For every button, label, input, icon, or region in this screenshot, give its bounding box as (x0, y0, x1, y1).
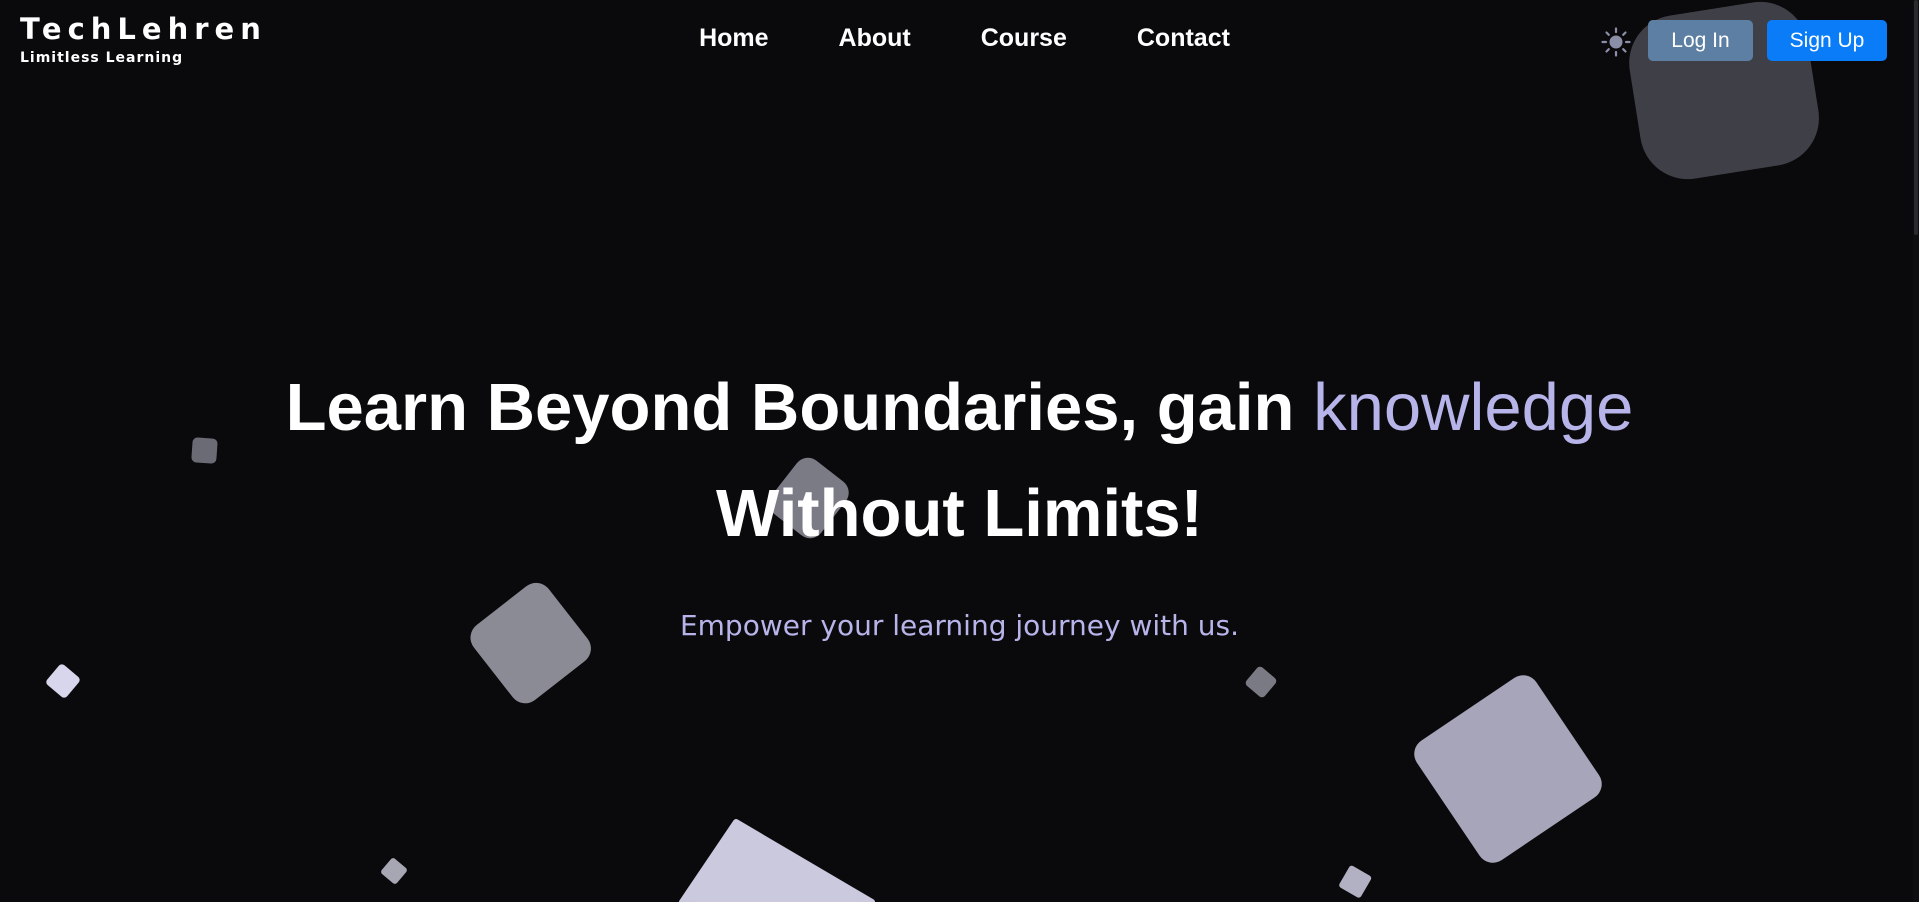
nav-link-about[interactable]: About (839, 24, 911, 53)
hero-section: Learn Beyond Boundaries, gain knowledge … (0, 355, 1919, 642)
hero-title-line2: Without Limits! (716, 476, 1203, 551)
brand-logo[interactable]: TechLehren Limitless Learning (20, 12, 267, 66)
floating-square-shape (381, 858, 407, 884)
floating-triangle-shape (679, 819, 875, 902)
scrollbar-thumb[interactable] (1914, 0, 1918, 235)
hero-title-highlight: knowledge (1313, 370, 1634, 445)
page-scrollbar[interactable] (1913, 0, 1919, 902)
floating-square-shape (1339, 865, 1372, 898)
sun-icon[interactable] (1600, 26, 1632, 58)
hero-title: Learn Beyond Boundaries, gain knowledge … (0, 355, 1919, 567)
nav-link-course[interactable]: Course (981, 24, 1067, 53)
login-button[interactable]: Log In (1648, 20, 1753, 61)
floating-square-shape (1414, 675, 1602, 863)
hero-title-line1: Learn Beyond Boundaries, gain (285, 370, 1295, 445)
nav-link-home[interactable]: Home (699, 24, 768, 53)
floating-square-shape (46, 664, 80, 698)
brand-name: TechLehren (20, 12, 267, 46)
navbar: TechLehren Limitless Learning Home About… (0, 0, 1919, 80)
hero-subtitle: Empower your learning journey with us. (679, 609, 1240, 642)
floating-square-shape (1245, 666, 1277, 698)
signup-button[interactable]: Sign Up (1767, 20, 1887, 61)
nav-link-contact[interactable]: Contact (1137, 24, 1230, 53)
brand-tagline: Limitless Learning (20, 50, 184, 66)
